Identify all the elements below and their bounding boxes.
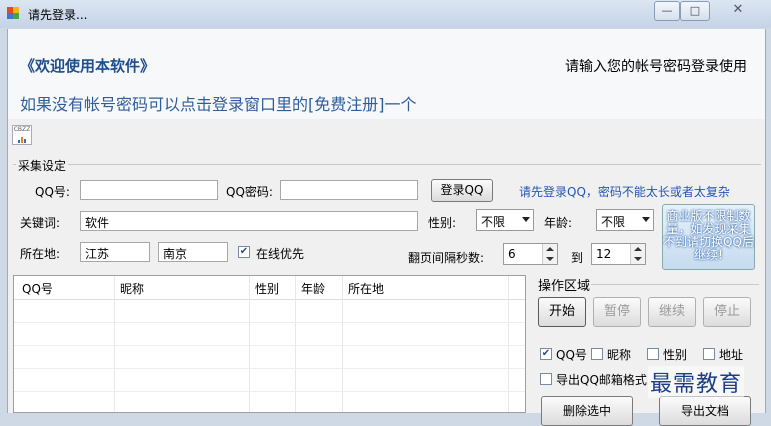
chevron-down-icon	[642, 217, 650, 222]
interval-from-value: 6	[508, 247, 516, 261]
maximize-button[interactable]: □	[680, 1, 710, 21]
chevron-down-icon	[522, 217, 530, 222]
results-table[interactable]: QQ号 昵称 性别 年龄 所在地	[13, 275, 526, 413]
column-age[interactable]: 年龄	[301, 280, 325, 297]
login-prompt: 请输入您的帐号密码登录使用	[565, 59, 747, 75]
online-first-checkbox[interactable]: ✔	[238, 246, 250, 258]
export-qq-checkbox[interactable]: ✔	[540, 348, 552, 360]
column-gender[interactable]: 性别	[255, 280, 279, 297]
close-button[interactable]: ✕	[712, 0, 764, 20]
column-location[interactable]: 所在地	[348, 280, 384, 297]
export-qq-label: QQ号	[556, 348, 587, 362]
commercial-notice-button[interactable]: 商业版不限制数量，如发现采集不到请切换QQ后继续!	[662, 204, 755, 270]
qq-password-input[interactable]	[280, 180, 418, 200]
register-hint: 如果没有帐号密码可以点击登录窗口里的[免费注册]一个	[20, 95, 417, 114]
collect-settings-legend: 采集设定	[16, 157, 69, 174]
interval-to-value: 12	[596, 247, 612, 261]
table-header: QQ号 昵称 性别 年龄 所在地	[14, 276, 525, 300]
pause-button[interactable]: 暂停	[593, 297, 641, 327]
to-label: 到	[571, 251, 584, 265]
spin-up-icon[interactable]	[630, 244, 645, 254]
minimize-button[interactable]: —	[654, 1, 680, 21]
login-window-body: 《欢迎使用本软件》 请输入您的帐号密码登录使用 如果没有帐号密码可以点击登录窗口…	[7, 29, 766, 426]
page-interval-label: 翻页间隔秒数:	[408, 251, 485, 265]
gender-label: 性别:	[428, 216, 457, 230]
gender-value: 不限	[481, 215, 506, 229]
export-document-button[interactable]: 导出文档	[659, 396, 751, 426]
column-qq[interactable]: QQ号	[22, 280, 53, 297]
export-nickname-checkbox[interactable]	[591, 348, 603, 360]
export-nickname-label: 昵称	[607, 348, 632, 362]
resume-button[interactable]: 继续	[648, 297, 696, 327]
location-label: 所在地:	[20, 247, 61, 261]
export-address-label: 地址	[719, 348, 744, 362]
collect-settings-group: 采集设定 QQ号: QQ密码: 登录QQ 请先登录QQ，密码不能太长或者太复杂 …	[13, 157, 761, 283]
watermark-text: 最需教育	[648, 366, 745, 398]
city-input[interactable]: 南京	[158, 242, 228, 262]
age-value: 不限	[601, 215, 626, 229]
keyword-input[interactable]: 软件	[80, 211, 418, 231]
window-title: 请先登录...	[28, 8, 88, 22]
operation-area-legend: 操作区域	[538, 279, 591, 294]
export-gender-checkbox[interactable]	[647, 348, 659, 360]
app-icon	[7, 7, 19, 19]
province-input[interactable]: 江苏	[80, 242, 150, 262]
spin-down-icon[interactable]	[630, 254, 645, 264]
delete-selected-button[interactable]: 删除选中	[541, 396, 633, 426]
age-select[interactable]: 不限	[596, 209, 654, 231]
export-address-checkbox[interactable]	[703, 348, 715, 360]
logo-text: CBZZ	[13, 126, 31, 133]
export-gender-label: 性别	[663, 348, 688, 362]
start-button[interactable]: 开始	[538, 297, 586, 327]
title-bar: 请先登录... — □ ✕	[0, 0, 771, 28]
export-mail-format-checkbox[interactable]	[540, 373, 552, 385]
gender-select[interactable]: 不限	[476, 209, 534, 231]
export-mail-format-label: 导出QQ邮箱格式	[556, 373, 647, 387]
online-first-label: 在线优先	[256, 247, 305, 261]
keyword-label: 关键词:	[20, 216, 61, 230]
age-label: 年龄:	[544, 216, 573, 230]
qq-input[interactable]	[80, 180, 218, 200]
spin-up-icon[interactable]	[542, 244, 557, 254]
qq-password-label: QQ密码:	[226, 185, 273, 199]
column-nickname[interactable]: 昵称	[120, 280, 144, 297]
interval-to-spinner[interactable]: 12	[591, 243, 646, 265]
qq-label: QQ号:	[35, 185, 70, 199]
stop-button[interactable]: 停止	[703, 297, 751, 327]
login-qq-button[interactable]: 登录QQ	[431, 179, 493, 202]
login-tip: 请先登录QQ，密码不能太长或者太复杂	[519, 185, 730, 199]
welcome-banner: 《欢迎使用本软件》 请输入您的帐号密码登录使用 如果没有帐号密码可以点击登录窗口…	[8, 29, 765, 119]
welcome-title: 《欢迎使用本软件》	[20, 57, 156, 75]
chart-logo-icon: CBZZ	[12, 125, 32, 145]
spin-down-icon[interactable]	[542, 254, 557, 264]
interval-from-spinner[interactable]: 6	[503, 243, 558, 265]
